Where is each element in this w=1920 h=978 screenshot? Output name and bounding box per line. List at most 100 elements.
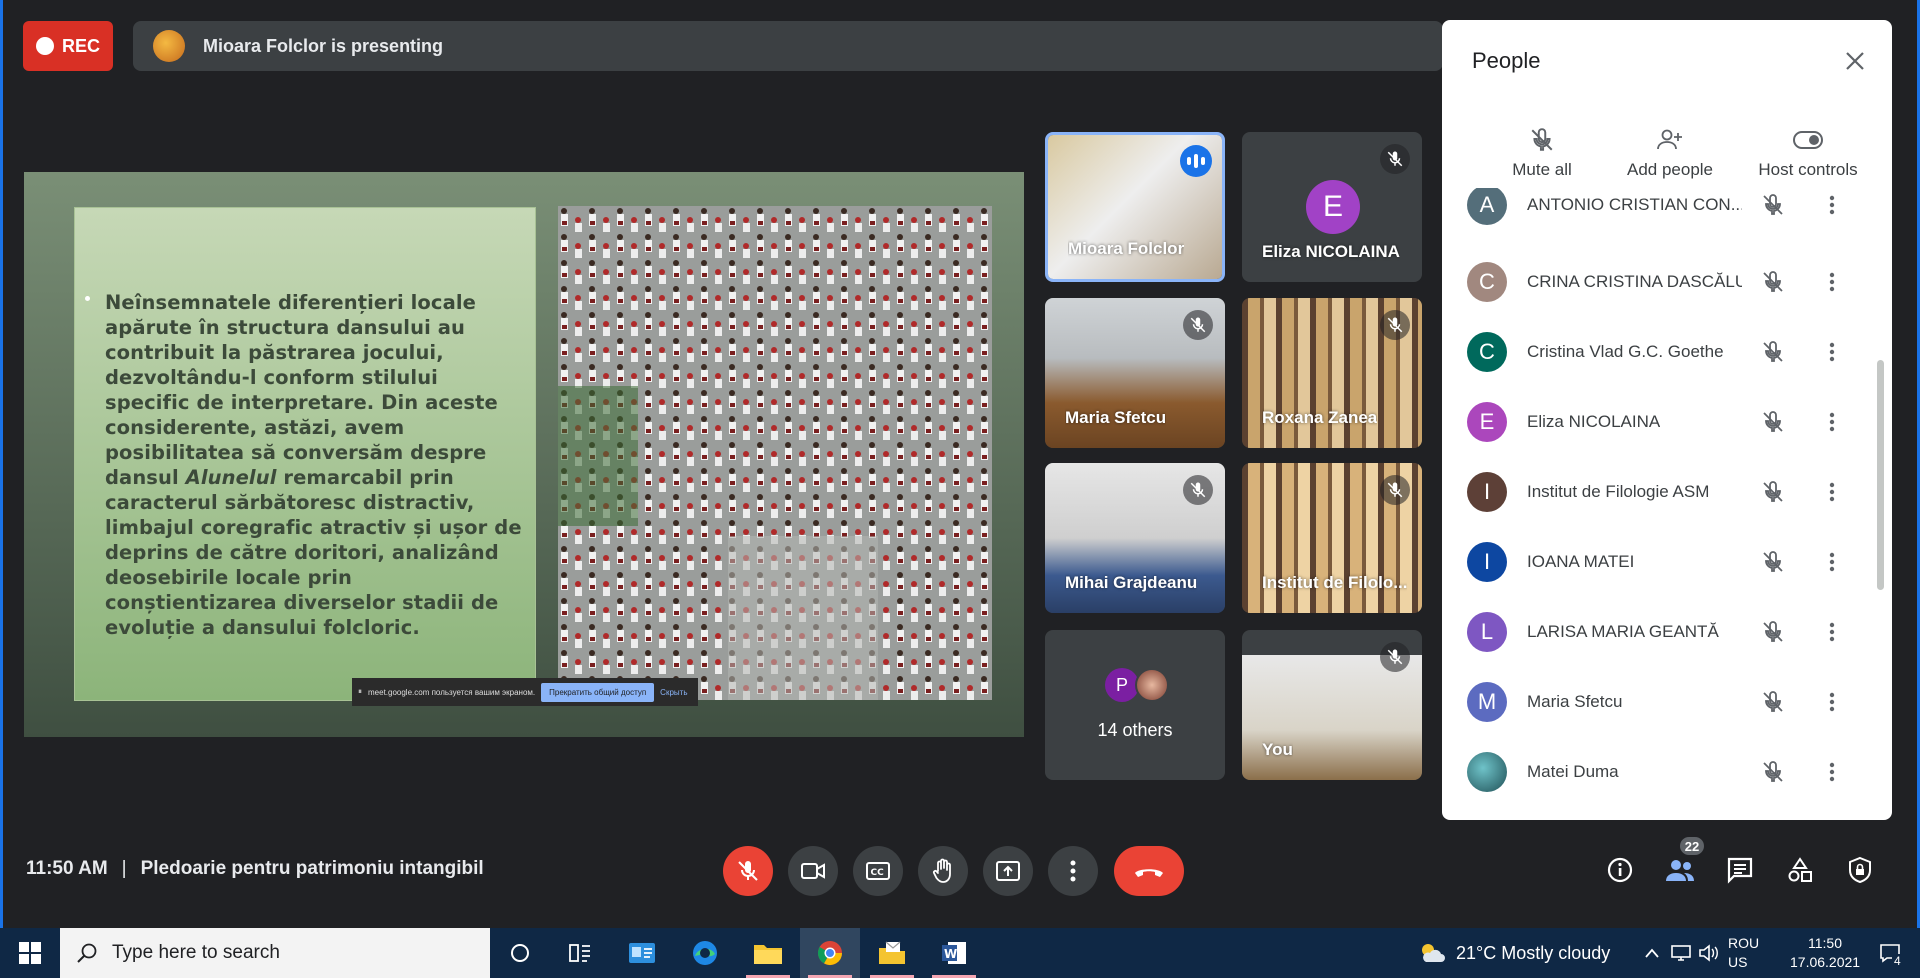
others-count: 14 others xyxy=(1097,720,1173,740)
tile-mihai-grajdeanu[interactable]: Mihai Grajdeanu xyxy=(1045,463,1225,613)
tile-name: Eliza NICOLAINA xyxy=(1262,242,1400,261)
mic-off-icon[interactable] xyxy=(1758,337,1788,367)
clock-time: 11:50 xyxy=(1808,935,1842,951)
tile-name: Mioara Folclor xyxy=(1068,239,1185,258)
mic-off-icon xyxy=(738,861,758,881)
hide-notice-link[interactable]: Скрыть xyxy=(660,688,687,697)
more-options-button[interactable] xyxy=(1048,846,1098,896)
chrome-browser-icon xyxy=(817,941,842,966)
add-people-button[interactable]: Add people xyxy=(1600,120,1740,180)
taskbar-app-edge[interactable] xyxy=(675,928,735,978)
action-label: Host controls xyxy=(1758,160,1858,179)
list-item[interactable]: I IOANA MATEI xyxy=(1442,527,1872,597)
system-clock[interactable]: 11:50 17.06.2021 xyxy=(1790,934,1860,972)
participant-list: A ANTONIO CRISTIAN CON... C CRINA CRISTI… xyxy=(1442,188,1872,818)
avatar: E xyxy=(1467,402,1507,442)
captions-button[interactable]: CC xyxy=(853,846,903,896)
language-code: ROU xyxy=(1728,935,1760,951)
list-item[interactable]: L LARISA MARIA GEANTĂ xyxy=(1442,597,1872,667)
close-icon[interactable] xyxy=(1840,46,1870,76)
cortana-button[interactable] xyxy=(490,928,550,978)
weather-text: 21°C Mostly cloudy xyxy=(1456,942,1611,963)
task-view-button[interactable] xyxy=(550,928,610,978)
participant-name: Institut de Filologie ASM xyxy=(1527,482,1710,501)
tile-you[interactable]: You xyxy=(1242,630,1422,780)
more-vert-icon[interactable] xyxy=(1822,407,1842,437)
tile-institut-de-filologie[interactable]: Institut de Filolo... xyxy=(1242,463,1422,613)
mic-off-icon[interactable] xyxy=(1758,757,1788,787)
meeting-details-button[interactable] xyxy=(1600,850,1640,890)
camera-toggle-button[interactable] xyxy=(788,846,838,896)
weather-widget[interactable]: 21°C Mostly cloudy xyxy=(1418,928,1610,978)
mic-off-icon[interactable] xyxy=(1758,267,1788,297)
mic-off-icon[interactable] xyxy=(1758,190,1788,220)
list-item[interactable]: C Cristina Vlad G.C. Goethe xyxy=(1442,317,1872,387)
taskbar-app-chrome[interactable] xyxy=(800,928,860,978)
mute-all-button[interactable]: Mute all xyxy=(1482,120,1602,180)
participant-name: IOANA MATEI xyxy=(1527,552,1635,571)
list-item[interactable]: Matei Duma xyxy=(1442,737,1872,807)
more-vert-icon[interactable] xyxy=(1822,547,1842,577)
more-vert-icon[interactable] xyxy=(1822,757,1842,787)
taskbar-app-file-explorer[interactable] xyxy=(738,928,798,978)
panel-scrollbar[interactable] xyxy=(1877,360,1884,590)
avatar: I xyxy=(1467,472,1507,512)
more-vert-icon[interactable] xyxy=(1822,687,1842,717)
taskbar-app-word[interactable]: W xyxy=(924,928,984,978)
tile-others[interactable]: P 14 others xyxy=(1045,630,1225,780)
more-vert-icon[interactable] xyxy=(1822,337,1842,367)
more-vert-icon xyxy=(1070,860,1076,882)
raise-hand-button[interactable] xyxy=(918,846,968,896)
mic-off-icon[interactable] xyxy=(1758,687,1788,717)
slide-photo-dancers xyxy=(558,206,992,700)
present-screen-button[interactable] xyxy=(983,846,1033,896)
tile-mioara-folclor[interactable]: Mioara Folclor xyxy=(1045,132,1225,282)
recording-indicator[interactable]: REC xyxy=(23,21,113,71)
mic-off-icon[interactable] xyxy=(1758,617,1788,647)
host-controls-shield-button[interactable] xyxy=(1840,850,1880,890)
meeting-info: 11:50 AM | Pledoarie pentru patrimoniu i… xyxy=(26,858,484,880)
activities-button[interactable] xyxy=(1780,850,1820,890)
show-hidden-icons[interactable] xyxy=(1644,928,1660,978)
presentation-slide: Neînsemnatele diferențieri locale apărut… xyxy=(24,172,1024,737)
more-vert-icon[interactable] xyxy=(1822,190,1842,220)
input-language[interactable]: ROU US xyxy=(1728,934,1759,972)
volume-tray[interactable] xyxy=(1698,928,1720,978)
toggle-icon xyxy=(1738,120,1878,160)
taskbar-app-contacts[interactable] xyxy=(612,928,672,978)
presenter-avatar xyxy=(153,30,185,62)
tile-roxana-zanea[interactable]: Roxana Zanea xyxy=(1242,298,1422,448)
stop-sharing-button[interactable]: Прекратить общий доступ xyxy=(541,682,655,702)
tile-maria-sfetcu[interactable]: Maria Sfetcu xyxy=(1045,298,1225,448)
slide-paragraph: Neînsemnatele diferențieri locale apărut… xyxy=(105,290,529,640)
start-button[interactable] xyxy=(0,928,60,978)
list-item[interactable]: E Eliza NICOLAINA xyxy=(1442,387,1872,457)
network-icon xyxy=(1671,945,1691,961)
mic-off-icon xyxy=(1183,475,1213,505)
mic-off-icon xyxy=(1380,475,1410,505)
list-item[interactable]: A ANTONIO CRISTIAN CON... xyxy=(1442,188,1872,240)
mic-off-icon xyxy=(1183,310,1213,340)
action-center-button[interactable]: 4 xyxy=(1870,928,1910,978)
list-item[interactable]: I Institut de Filologie ASM xyxy=(1442,457,1872,527)
network-tray[interactable] xyxy=(1670,928,1692,978)
list-item[interactable]: C CRINA CRISTINA DASCĂLU xyxy=(1442,247,1872,317)
mic-off-icon[interactable] xyxy=(1758,477,1788,507)
more-vert-icon[interactable] xyxy=(1822,267,1842,297)
windows-taskbar: Type here to search W 21°C Mostly cloudy… xyxy=(0,928,1920,978)
rec-label: REC xyxy=(61,35,100,56)
mic-toggle-button[interactable] xyxy=(723,846,773,896)
more-vert-icon[interactable] xyxy=(1822,477,1842,507)
meeting-title: Pledoarie pentru patrimoniu intangibil xyxy=(140,858,484,879)
tile-eliza-nicolaina[interactable]: E Eliza NICOLAINA xyxy=(1242,132,1422,282)
more-vert-icon[interactable] xyxy=(1822,617,1842,647)
mic-off-icon[interactable] xyxy=(1758,407,1788,437)
chat-button[interactable] xyxy=(1720,850,1760,890)
taskbar-search-box[interactable]: Type here to search xyxy=(60,928,490,978)
self-video-feed xyxy=(1242,655,1422,780)
leave-call-button[interactable] xyxy=(1114,846,1184,896)
taskbar-app-mail[interactable] xyxy=(862,928,922,978)
mic-off-icon[interactable] xyxy=(1758,547,1788,577)
host-controls-button[interactable]: Host controls xyxy=(1738,120,1878,180)
list-item[interactable]: M Maria Sfetcu xyxy=(1442,667,1872,737)
